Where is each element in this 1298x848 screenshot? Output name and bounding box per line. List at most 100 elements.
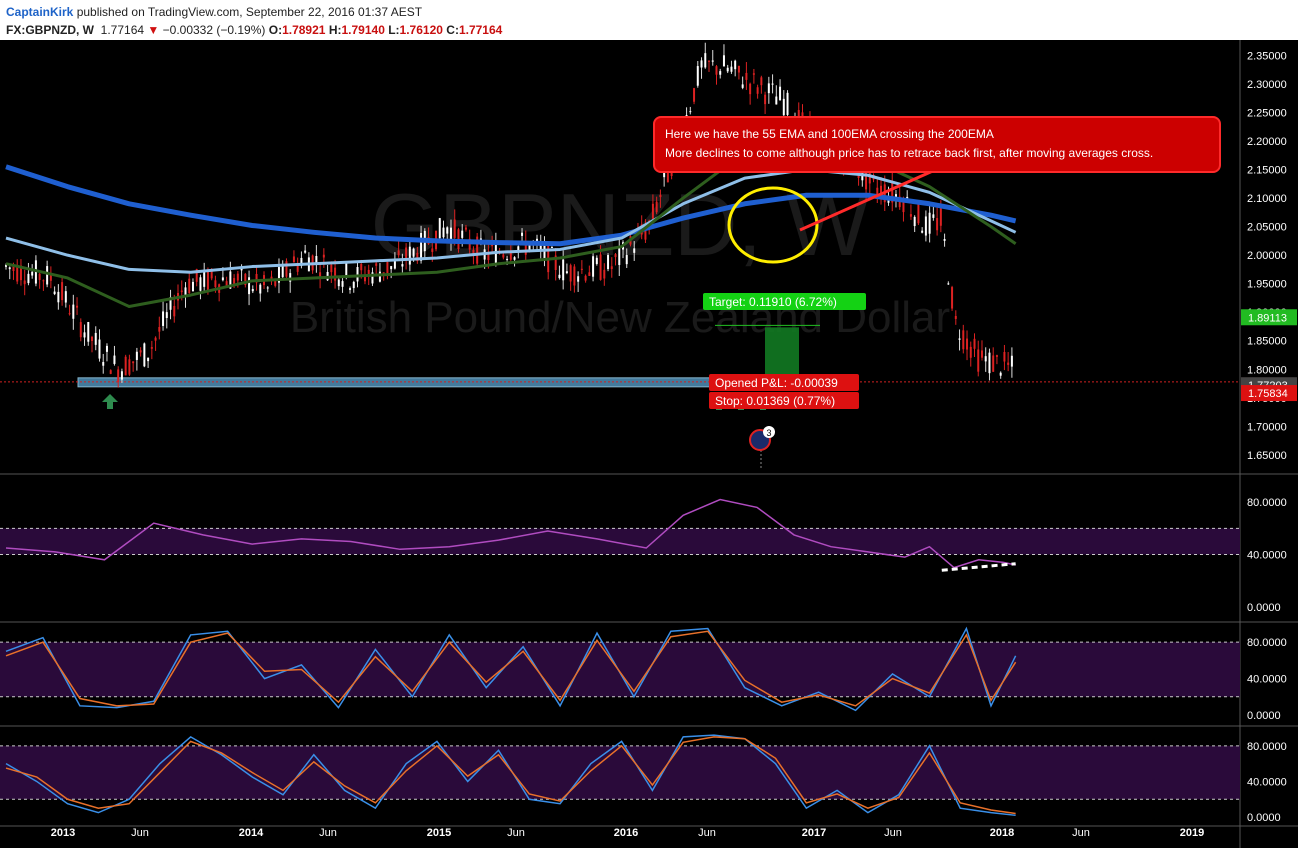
candle-body [38, 273, 41, 280]
candle-body [558, 274, 561, 279]
annotation-callout[interactable]: Here we have the 55 EMA and 100EMA cross… [653, 116, 1221, 173]
candle-body [46, 266, 49, 285]
candle-body [341, 281, 344, 287]
candle-body [1003, 352, 1006, 362]
candle-body [132, 361, 135, 364]
candle-body [603, 269, 606, 279]
candle-body [109, 370, 112, 374]
candle-body [180, 290, 183, 293]
candle-body [393, 260, 396, 269]
candle-body [995, 355, 998, 357]
candle-body [722, 55, 725, 67]
candle-body [431, 248, 434, 252]
candle-body [565, 271, 568, 274]
candle-body [550, 247, 553, 249]
candle-body [494, 244, 497, 266]
candle-body [378, 271, 381, 282]
candle-body [580, 268, 583, 270]
candle-body [756, 87, 759, 94]
candle-body [599, 254, 602, 280]
candle-body [633, 248, 636, 253]
price-tick-label: 2.30000 [1247, 79, 1287, 91]
candle-body [909, 214, 912, 217]
indicator-tick-label: 0.0000 [1247, 710, 1281, 722]
time-tick-label: 2016 [614, 827, 638, 839]
candle-body [771, 83, 774, 85]
open-value: 1.78921 [282, 23, 326, 37]
candle-body [147, 357, 150, 362]
candle-body [577, 276, 580, 282]
candle-body [330, 264, 333, 273]
candle-body [165, 312, 168, 318]
change-value: −0.00332 (−0.19%) [162, 23, 266, 37]
header-bar: CaptainKirk published on TradingView.com… [0, 0, 1298, 40]
candle-body [68, 313, 71, 315]
symbol-label: FX:GBPNZD, W [6, 23, 94, 37]
candle-body [992, 355, 995, 372]
candle-body [719, 71, 722, 75]
price-tick-label: 2.20000 [1247, 136, 1287, 148]
candle-body [1010, 355, 1013, 367]
candle-body [958, 338, 961, 340]
candle-body [767, 83, 770, 94]
candle-body [745, 72, 748, 80]
price-tick-label: 2.00000 [1247, 250, 1287, 262]
last-price: 1.77164 [100, 23, 145, 37]
author-link[interactable]: CaptainKirk [6, 5, 73, 19]
time-tick-label: Jun [131, 827, 149, 839]
candle-body [573, 266, 576, 286]
candle-body [135, 351, 138, 360]
candle-body [102, 362, 105, 366]
candle-body [8, 267, 11, 270]
candle-body [655, 201, 658, 213]
annotation-line-1: Here we have the 55 EMA and 100EMA cross… [665, 127, 994, 141]
candle-body [521, 232, 524, 236]
indicator-band [0, 528, 1240, 555]
low-label: L: [388, 23, 400, 37]
candle-body [315, 255, 318, 263]
candle-body [334, 267, 337, 281]
candle-body [408, 246, 411, 265]
opened-pl-label: Opened P&L: -0.00039 [715, 376, 838, 390]
candle-body [775, 96, 778, 105]
time-tick-label: 2018 [990, 827, 1014, 839]
candle-body [513, 257, 516, 260]
candle-body [764, 94, 767, 105]
high-label: H: [328, 23, 342, 37]
indicator-tick-label: 0.0000 [1247, 602, 1281, 614]
price-tick-label: 1.95000 [1247, 279, 1287, 291]
candle-body [651, 203, 654, 219]
time-tick-label: 2019 [1180, 827, 1204, 839]
candle-body [779, 86, 782, 101]
up-arrow-icon [102, 394, 118, 409]
candle-body [292, 256, 295, 263]
candle-body [917, 203, 920, 224]
candle-body [625, 255, 628, 265]
candle-body [730, 66, 733, 72]
candle-body [734, 60, 737, 70]
candle-body [191, 281, 194, 292]
close-value: 1.77164 [458, 23, 503, 37]
candle-body [708, 60, 711, 62]
candle-body [236, 273, 239, 281]
candle-body [349, 288, 352, 290]
price-tick-label: 1.65000 [1247, 450, 1287, 462]
candle-body [607, 255, 610, 270]
candle-body [1007, 362, 1010, 365]
candle-body [506, 258, 509, 260]
price-tick-label: 1.70000 [1247, 421, 1287, 433]
annotation-line-2: More declines to come although price has… [665, 146, 1154, 160]
candle-body [453, 219, 456, 238]
candle-body [438, 218, 441, 239]
candle-body [947, 283, 950, 285]
candle-body [749, 83, 752, 95]
price-tick-label: 2.15000 [1247, 165, 1287, 177]
indicator-tick-label: 80.0000 [1247, 497, 1287, 509]
candle-body [49, 275, 52, 281]
price-tick-label: 2.05000 [1247, 222, 1287, 234]
candle-body [446, 227, 449, 234]
candle-body [592, 256, 595, 277]
candle-body [199, 277, 202, 291]
candle-body [693, 88, 696, 102]
candle-body [741, 84, 744, 88]
